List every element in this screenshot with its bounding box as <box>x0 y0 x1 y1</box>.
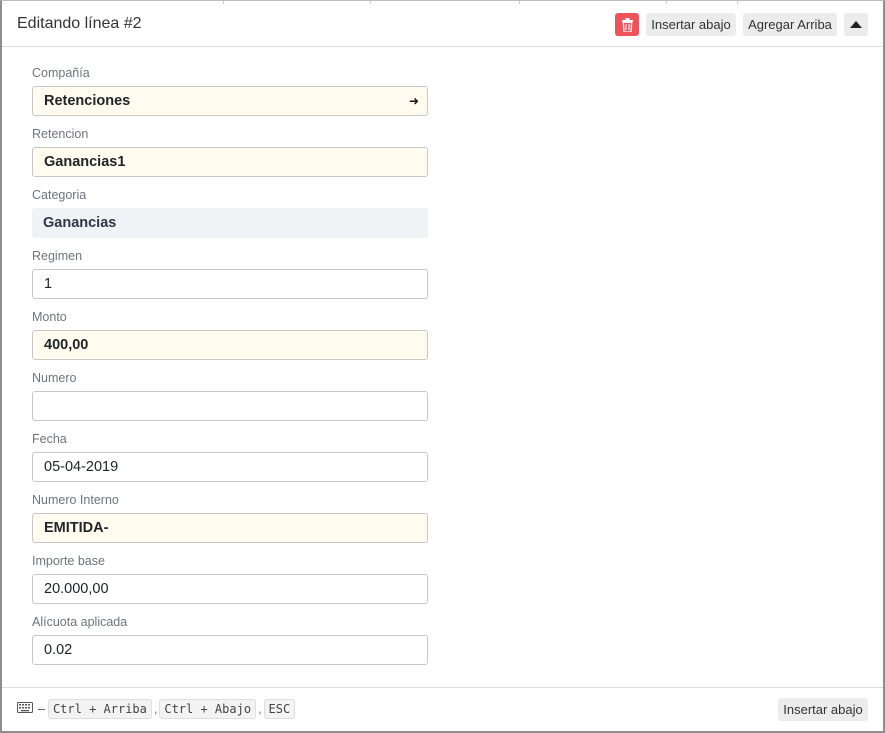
shortcut-separator: , <box>153 702 158 716</box>
number-label: Numero <box>32 371 77 385</box>
insert-below-footer-button[interactable]: Insertar abajo <box>778 698 868 721</box>
shortcut-hints: – Ctrl + Arriba , Ctrl + Abajo , ESC <box>38 699 296 719</box>
retention-field[interactable]: Ganancias1 <box>32 147 428 177</box>
rate-value: 0.02 <box>44 642 73 658</box>
collapse-button[interactable] <box>844 13 868 36</box>
date-field[interactable]: 05-04-2019 <box>32 452 428 482</box>
category-label: Categoria <box>32 188 87 202</box>
internal-number-field[interactable]: EMITIDA- <box>32 513 428 543</box>
regime-label: Regimen <box>32 249 83 263</box>
internal-number-value: EMITIDA- <box>44 520 109 536</box>
base-amount-label: Importe base <box>32 554 105 568</box>
category-field: Ganancias <box>32 208 428 238</box>
company-value: Retenciones <box>44 93 131 109</box>
delete-button[interactable] <box>615 13 639 36</box>
category-value: Ganancias <box>43 215 117 231</box>
regime-value: 1 <box>44 276 53 292</box>
company-field[interactable]: Retenciones ➜ <box>32 86 428 116</box>
panel-footer: – Ctrl + Arriba , Ctrl + Abajo , ESC Ins… <box>2 687 883 732</box>
number-field[interactable] <box>32 391 428 421</box>
company-label: Compañía <box>32 66 90 80</box>
caret-up-icon <box>850 21 862 28</box>
shortcut-dash: – <box>38 702 45 716</box>
shortcut-ctrl-up: Ctrl + Arriba <box>47 699 152 719</box>
base-amount-value: 20.000,00 <box>44 581 109 597</box>
arrow-right-icon[interactable]: ➜ <box>409 94 419 108</box>
trash-icon <box>621 17 633 32</box>
rate-label: Alícuota aplicada <box>32 615 128 629</box>
shortcut-ctrl-down: Ctrl + Abajo <box>159 699 257 719</box>
keyboard-icon <box>17 702 33 713</box>
rate-field[interactable]: 0.02 <box>32 635 428 665</box>
shortcut-separator: , <box>258 702 262 716</box>
panel-title: Editando línea #2 <box>17 15 142 32</box>
retention-label: Retencion <box>32 127 89 141</box>
shortcut-esc: ESC <box>263 699 296 719</box>
date-value: 05-04-2019 <box>44 459 119 475</box>
regime-field[interactable]: 1 <box>32 269 428 299</box>
amount-field[interactable]: 400,00 <box>32 330 428 360</box>
amount-label: Monto <box>32 310 67 324</box>
panel-header: Editando línea #2 Insertar abajo Agregar… <box>2 1 883 47</box>
amount-value: 400,00 <box>44 337 89 353</box>
base-amount-field[interactable]: 20.000,00 <box>32 574 428 604</box>
internal-number-label: Numero Interno <box>32 493 119 507</box>
add-above-button[interactable]: Agregar Arriba <box>743 13 837 36</box>
date-label: Fecha <box>32 432 67 446</box>
editor-panel: Editando línea #2 Insertar abajo Agregar… <box>0 0 885 733</box>
insert-below-button[interactable]: Insertar abajo <box>646 13 736 36</box>
retention-value: Ganancias1 <box>44 154 126 170</box>
